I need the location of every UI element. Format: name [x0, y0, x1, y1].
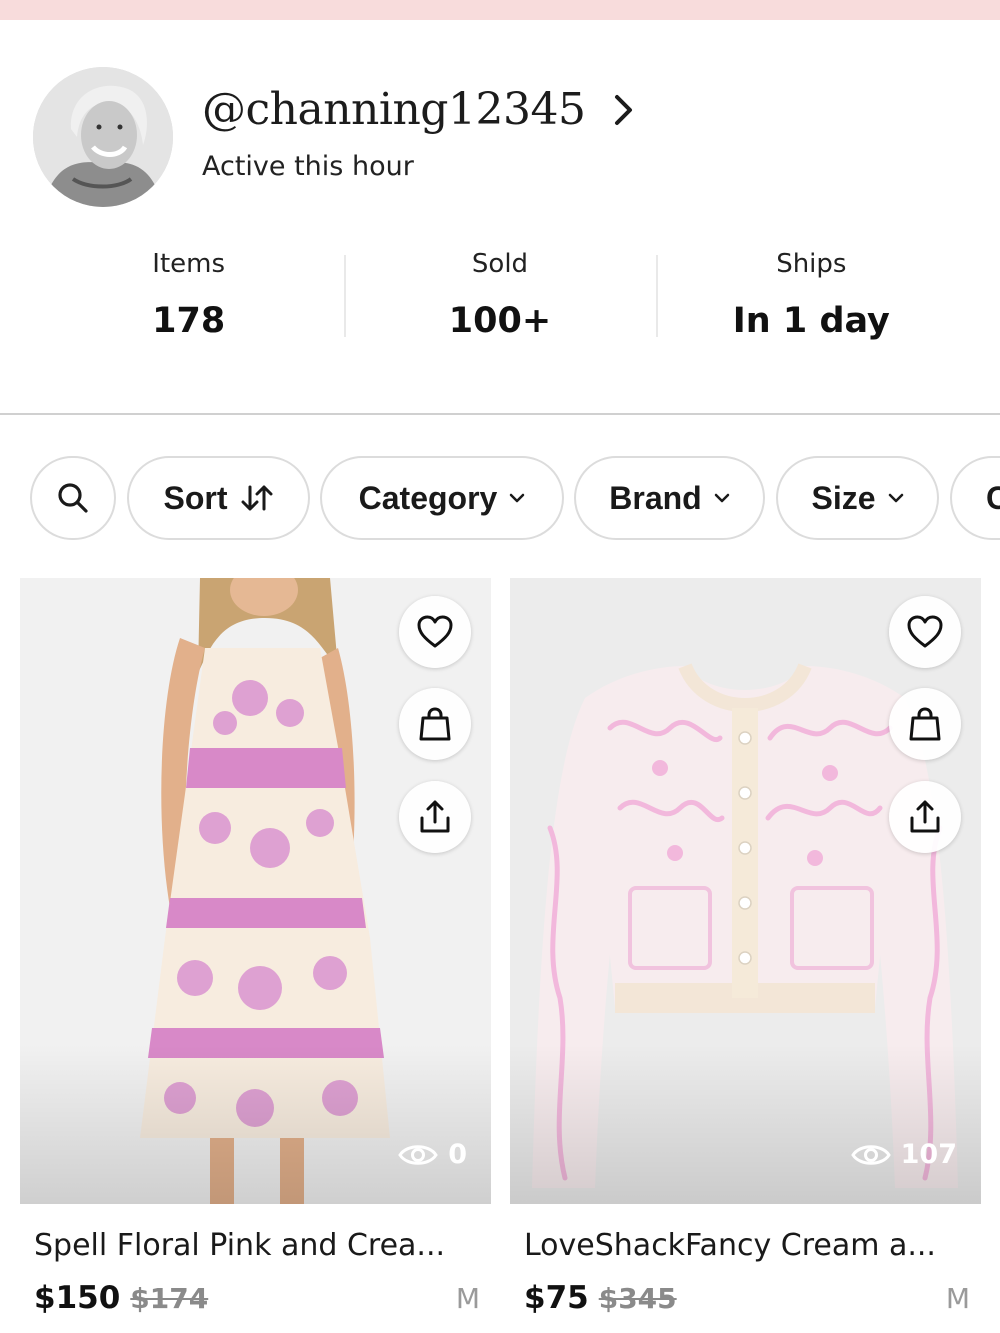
share-icon — [910, 800, 940, 833]
share-icon — [420, 800, 450, 833]
photo-gradient — [510, 1044, 981, 1204]
seller-profile-header: @channing12345 Active this hour Items 17… — [0, 20, 1000, 415]
more-filter-label: C — [986, 479, 1000, 516]
product-price: $150 — [34, 1280, 121, 1316]
like-button[interactable] — [889, 596, 961, 668]
stat-value: 178 — [152, 301, 226, 341]
size-filter-button[interactable]: Size — [776, 456, 939, 540]
view-count-value: 0 — [448, 1139, 467, 1170]
sort-button[interactable]: Sort — [127, 456, 310, 540]
stat-sold: Sold 100+ — [344, 245, 655, 341]
chevron-right-icon — [615, 94, 633, 125]
username: @channing12345 — [202, 84, 586, 135]
chevron-down-icon — [888, 493, 903, 503]
stat-label: Ships — [776, 249, 847, 279]
like-button[interactable] — [399, 596, 471, 668]
stat-value: In 1 day — [732, 301, 890, 341]
eye-icon — [850, 1144, 891, 1165]
more-filter-button[interactable]: C — [950, 456, 1000, 540]
price-row: $75 $345 M — [524, 1280, 970, 1320]
heart-icon — [907, 615, 943, 648]
top-accent-strip — [0, 0, 1000, 20]
chevron-down-icon — [714, 493, 729, 503]
avatar-photo — [33, 67, 173, 207]
filter-bar: Sort Category Brand Size C — [0, 456, 1000, 540]
activity-status: Active this hour — [202, 151, 414, 182]
heart-icon — [417, 615, 453, 648]
view-count: 107 — [850, 1139, 957, 1170]
size-label: Size — [811, 479, 876, 516]
product-card[interactable]: 0 Spell Floral Pink and Crea... $150 $17… — [20, 578, 491, 1333]
price-row: $150 $174 M — [34, 1280, 480, 1320]
view-count-value: 107 — [900, 1139, 957, 1170]
seller-stats: Items 178 Sold 100+ Ships In 1 day — [33, 245, 967, 341]
search-icon — [58, 483, 88, 513]
original-price: $345 — [598, 1282, 677, 1315]
sort-label: Sort — [163, 479, 228, 516]
add-to-bag-button[interactable] — [889, 688, 961, 760]
product-size: M — [945, 1282, 970, 1315]
original-price: $174 — [130, 1282, 209, 1315]
photo-gradient — [20, 1044, 491, 1204]
stat-items[interactable]: Items 178 — [33, 245, 344, 341]
brand-filter-button[interactable]: Brand — [574, 456, 765, 540]
stat-value: 100+ — [448, 301, 552, 341]
product-photo[interactable]: 107 — [510, 578, 981, 1204]
view-count: 0 — [398, 1139, 467, 1170]
product-photo[interactable]: 0 — [20, 578, 491, 1204]
search-button[interactable] — [30, 456, 116, 540]
stat-label: Items — [152, 249, 226, 279]
section-divider — [0, 413, 1000, 415]
product-title[interactable]: Spell Floral Pink and Crea... — [34, 1228, 484, 1263]
stat-ships: Ships In 1 day — [655, 245, 967, 341]
product-size: M — [455, 1282, 480, 1315]
shopping-bag-icon — [909, 707, 941, 741]
eye-icon — [398, 1144, 438, 1165]
brand-label: Brand — [609, 479, 702, 516]
add-to-bag-button[interactable] — [399, 688, 471, 760]
category-label: Category — [358, 479, 498, 516]
chevron-down-icon — [510, 493, 525, 503]
stat-label: Sold — [471, 249, 529, 279]
share-button[interactable] — [889, 781, 961, 853]
username-link[interactable]: @channing12345 — [202, 84, 635, 135]
sort-arrows-icon — [241, 485, 272, 511]
product-title[interactable]: LoveShackFancy Cream a... — [524, 1228, 974, 1263]
shopping-bag-icon — [419, 707, 451, 741]
share-button[interactable] — [399, 781, 471, 853]
category-filter-button[interactable]: Category — [320, 456, 564, 540]
product-card[interactable]: 107 LoveShackFancy Cream a... $75 $345 M — [510, 578, 981, 1333]
product-price: $75 — [524, 1280, 589, 1316]
avatar[interactable] — [33, 67, 173, 207]
